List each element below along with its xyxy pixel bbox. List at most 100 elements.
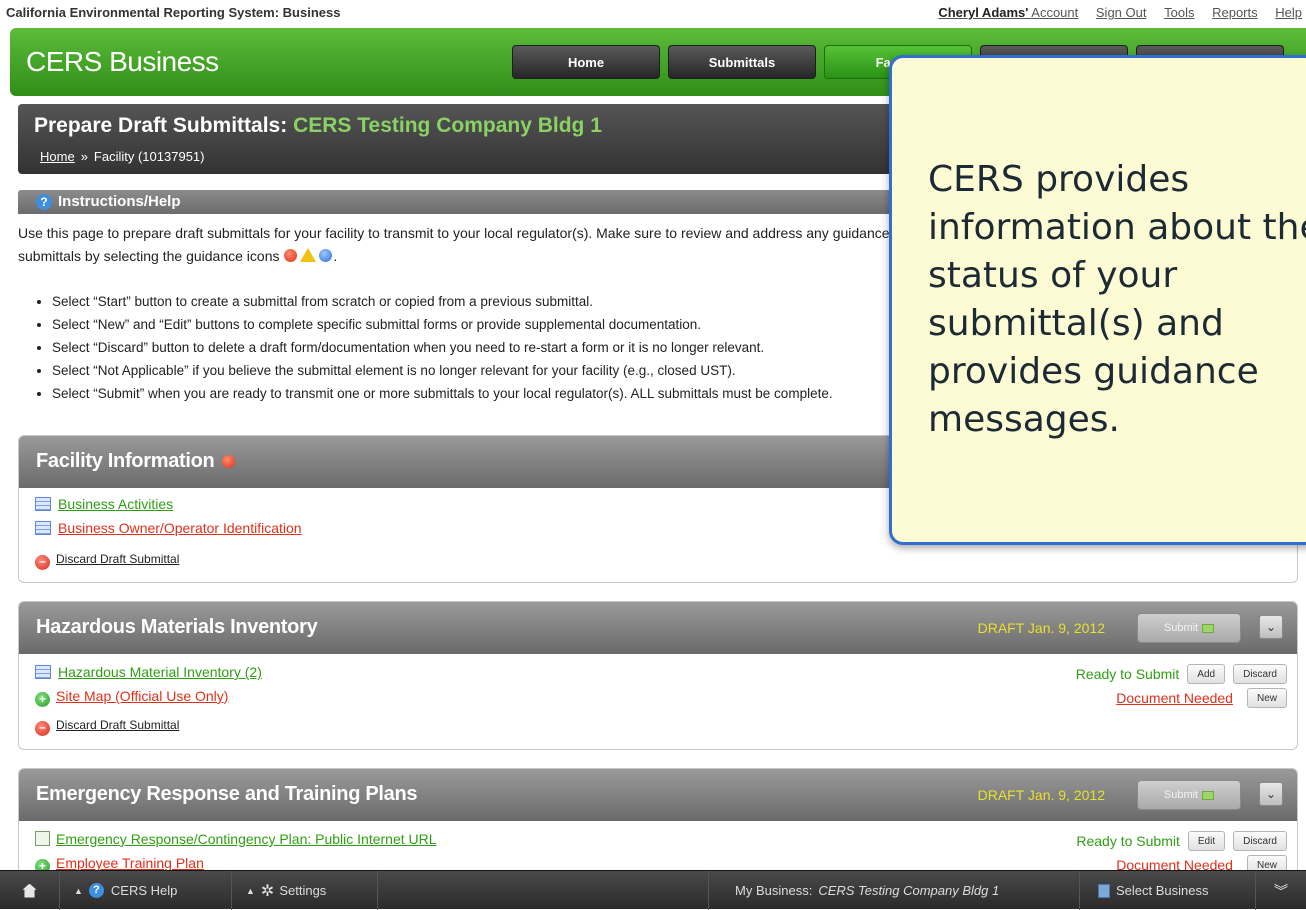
home-button[interactable] — [0, 871, 60, 910]
breadcrumb-home[interactable]: Home — [40, 149, 75, 164]
my-business-name: CERS Testing Company Bldg 1 — [818, 883, 1000, 898]
form-list-icon — [35, 497, 51, 511]
training-plan-link[interactable]: Employee Training Plan — [56, 855, 204, 871]
section-header: Emergency Response and Training Plans DR… — [19, 769, 1297, 821]
select-business-button[interactable]: Select Business — [1080, 871, 1256, 910]
settings-button[interactable]: ▲ ✲ Settings — [232, 871, 378, 910]
section-title: Emergency Response and Training Plans — [36, 783, 418, 805]
status-text: Ready to Submit — [1075, 666, 1180, 682]
instruction-item: Select “Not Applicable” if you believe t… — [52, 359, 938, 382]
sign-out-link[interactable]: Sign Out — [1096, 5, 1147, 20]
list-item: Emergency Response/Contingency Plan: Pub… — [35, 831, 1287, 854]
section-title: Hazardous Materials Inventory — [36, 616, 318, 638]
error-status-icon — [222, 455, 236, 468]
settings-label: Settings — [279, 883, 327, 898]
list-item: + Site Map (Official Use Only) Document N… — [35, 688, 1287, 711]
add-button[interactable]: Add — [1187, 664, 1226, 684]
list-item: – Discard Draft Submittal — [35, 550, 1287, 573]
account-link[interactable]: Cheryl Adams' Account — [938, 5, 1078, 20]
document-needed-link[interactable]: Document Needed — [1116, 690, 1233, 706]
edit-button[interactable]: Edit — [1187, 831, 1226, 851]
breadcrumb: Home » Facility (10137951) — [40, 149, 204, 164]
caret-up-icon: ▲ — [74, 885, 83, 896]
building-icon — [1098, 883, 1110, 898]
section-title-text: Facility Information — [36, 450, 215, 472]
chevron-down-icon: ⌄ — [1265, 620, 1277, 634]
expand-toolbar-button[interactable]: ︾ — [1256, 871, 1306, 910]
page-title-prefix: Prepare Draft Submittals: — [34, 114, 288, 137]
submit-button[interactable]: Submit — [1137, 780, 1241, 810]
submit-icon — [1202, 790, 1215, 800]
form-list-icon — [35, 665, 51, 679]
info-guidance-icon — [319, 249, 333, 262]
breadcrumb-separator: » — [80, 149, 88, 164]
discard-button[interactable]: Discard — [1233, 664, 1287, 684]
tutorial-callout: CERS provides information about the stat… — [889, 55, 1306, 545]
hmi-link[interactable]: Hazardous Material Inventory (2) — [58, 664, 262, 680]
draft-date: DRAFT Jan. 9, 2012 — [977, 620, 1105, 636]
business-activities-link[interactable]: Business Activities — [58, 496, 173, 512]
status-text: Ready to Submit — [1076, 833, 1180, 849]
home-icon — [22, 883, 37, 898]
instruction-item: Select “New” and “Edit” buttons to compl… — [52, 313, 938, 336]
help-icon: ? — [88, 883, 104, 898]
select-business-label: Select Business — [1116, 883, 1209, 898]
nav-home[interactable]: Home — [512, 45, 660, 79]
submit-button[interactable]: Submit — [1137, 613, 1241, 643]
row-actions: Ready to Submit Edit Discard — [1076, 831, 1287, 851]
chevron-down-icon: ⌄ — [1265, 787, 1277, 801]
utility-links: Cheryl Adams' Account Sign Out Tools Rep… — [924, 5, 1302, 20]
collapse-toggle[interactable]: ⌄ — [1259, 782, 1283, 806]
instructions-intro-end: . — [333, 248, 338, 264]
nav-submittals[interactable]: Submittals — [668, 45, 816, 79]
discard-button[interactable]: Discard — [1233, 831, 1287, 851]
section-header: Hazardous Materials Inventory DRAFT Jan.… — [19, 602, 1297, 654]
collapse-toggle[interactable]: ⌄ — [1259, 615, 1283, 639]
callout-text: CERS provides information about the stat… — [928, 159, 1306, 440]
discard-draft-link[interactable]: Discard Draft Submittal — [56, 552, 179, 566]
cers-help-button[interactable]: ▲ ? CERS Help — [60, 871, 232, 910]
chevron-down-icon: ︾ — [1274, 882, 1288, 899]
utility-bar: California Environmental Reporting Syste… — [0, 0, 1306, 28]
breadcrumb-current: Facility (10137951) — [93, 149, 205, 164]
new-button[interactable]: New — [1246, 688, 1287, 708]
gear-icon: ✲ — [260, 882, 275, 900]
site-map-link[interactable]: Site Map (Official Use Only) — [56, 688, 228, 704]
submit-icon — [1202, 623, 1215, 633]
instruction-item: Select “Discard” button to delete a draf… — [52, 336, 938, 359]
page-title-facility: CERS Testing Company Bldg 1 — [293, 114, 602, 137]
question-icon: ? — [36, 194, 52, 210]
add-icon: + — [35, 692, 50, 707]
list-item: Hazardous Material Inventory (2) Ready t… — [35, 664, 1287, 687]
row-actions: Ready to Submit Add Discard — [1076, 664, 1287, 684]
caret-up-icon: ▲ — [246, 885, 255, 896]
account-name: Cheryl Adams' — [938, 5, 1029, 20]
my-business-label: My Business: — [735, 883, 813, 898]
instruction-item: Select “Submit” when you are ready to tr… — [52, 382, 938, 405]
list-item: – Discard Draft Submittal — [35, 716, 1287, 739]
tools-link[interactable]: Tools — [1164, 5, 1194, 20]
form-list-icon — [35, 521, 51, 535]
remove-icon: – — [35, 721, 50, 736]
submit-label: Submit — [1163, 789, 1199, 801]
submit-label: Submit — [1163, 622, 1199, 634]
bottom-toolbar: ▲ ? CERS Help ▲ ✲ Settings My Business: … — [0, 870, 1306, 910]
cers-help-label: CERS Help — [110, 883, 178, 898]
remove-icon: – — [35, 555, 50, 570]
owner-operator-link[interactable]: Business Owner/Operator Identification — [58, 520, 302, 536]
instructions-intro-line-2-text: submittals by selecting the guidance ico… — [18, 248, 280, 264]
contingency-plan-link[interactable]: Emergency Response/Contingency Plan: Pub… — [56, 831, 437, 847]
help-link[interactable]: Help — [1275, 5, 1302, 20]
row-actions: Document Needed New — [1116, 688, 1287, 708]
section-title: Facility Information — [36, 450, 236, 473]
error-guidance-icon — [284, 249, 298, 262]
draft-date: DRAFT Jan. 9, 2012 — [977, 787, 1105, 803]
discard-draft-link[interactable]: Discard Draft Submittal — [56, 718, 179, 732]
reports-link[interactable]: Reports — [1212, 5, 1258, 20]
warning-guidance-icon — [300, 248, 317, 262]
account-label: Account — [1031, 5, 1079, 20]
my-business-display: My Business: CERS Testing Company Bldg 1 — [708, 871, 1080, 910]
system-title: California Environmental Reporting Syste… — [6, 5, 341, 20]
brand-logo[interactable]: CERS Business — [26, 46, 219, 78]
section-hazardous-materials: Hazardous Materials Inventory DRAFT Jan.… — [18, 601, 1298, 750]
